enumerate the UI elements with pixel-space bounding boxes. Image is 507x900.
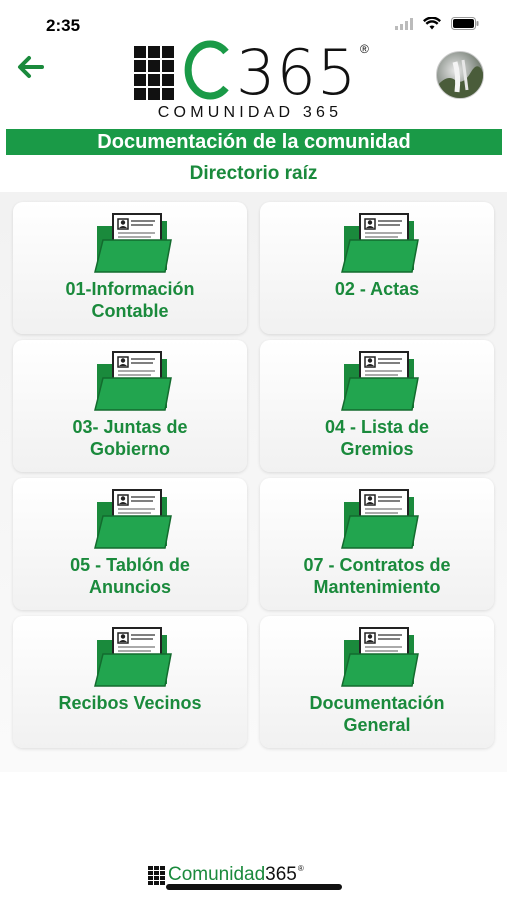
folder-label-line1: 07 - Contratos de [303,555,451,575]
folder-label-line1: 02 - Actas [334,279,420,299]
folder-card[interactable]: 05 - Tablón de Anuncios [13,478,247,610]
footer-brand-number: 365 [265,864,297,885]
folder-card[interactable]: 04 - Lista de Gremios [260,340,494,472]
folder-card[interactable]: 02 - Actas [260,202,494,334]
logo-number: 365 [236,36,358,109]
folder-label-line1: 04 - Lista de [324,417,430,437]
back-button[interactable] [14,52,46,82]
folder-label-line2: Anuncios [88,577,171,597]
folder-label-line2: General [343,715,411,735]
app-logo: 365 ® COMUNIDAD 365 [132,36,382,126]
directory-subtitle: Directorio raíz [189,163,318,184]
folder-label-line1: 05 - Tablón de [70,555,190,575]
folder-document-icon [341,627,419,687]
logo-c-mark [184,40,229,100]
folder-card[interactable]: 07 - Contratos de Mantenimiento [260,478,494,610]
folder-card[interactable]: Recibos Vecinos [13,616,247,748]
folder-document-icon [341,351,419,411]
folder-label-line1: 03- Juntas de [72,417,188,437]
folder-label-line2: Mantenimiento [313,577,441,597]
folder-label-line1: Documentación [309,693,445,713]
folder-label: 01-Información Contable [19,278,241,322]
signal-icon [395,17,413,30]
folder-card[interactable]: 01-Información Contable [13,202,247,334]
arrow-left-icon [18,56,44,78]
logo-grid-mark [134,46,178,100]
logo-subtitle: COMUNIDAD 365 [157,104,343,121]
folder-document-icon [341,489,419,549]
footer-logo: Comunidad 365 ® [148,864,362,886]
folder-label: 03- Juntas de Gobierno [19,416,241,460]
folder-label: 02 - Actas [266,278,488,300]
home-indicator [166,884,342,890]
folder-card[interactable]: 03- Juntas de Gobierno [13,340,247,472]
folder-label-line2: Gobierno [90,439,170,459]
wifi-icon [423,17,441,30]
folder-label-line2: Gremios [340,439,414,459]
avatar-image [437,59,483,98]
battery-icon [451,17,479,30]
folder-label: 04 - Lista de Gremios [266,416,488,460]
folder-document-icon [341,213,419,273]
user-avatar[interactable] [436,51,484,99]
folder-label: Recibos Vecinos [19,692,241,714]
folder-label-line1: 01-Información [65,279,195,299]
status-icons [395,17,479,30]
logo-registered-mark: ® [360,42,369,56]
folder-document-icon [94,489,172,549]
folder-label: 07 - Contratos de Mantenimiento [266,554,488,598]
folder-label: 05 - Tablón de Anuncios [19,554,241,598]
status-time: 2:35 [46,16,81,35]
footer-brand-text: Comunidad [168,864,266,885]
folder-label-line1: Recibos Vecinos [58,693,202,713]
folder-label-line2: Contable [91,301,169,321]
page-title: Documentación de la comunidad [6,129,502,155]
folder-document-icon [94,627,172,687]
footer-registered-mark: ® [297,864,304,873]
folder-document-icon [94,351,172,411]
footer-logo-mark [148,865,165,885]
folder-document-icon [94,213,172,273]
folder-label: Documentación General [266,692,488,736]
folder-card[interactable]: Documentación General [260,616,494,748]
